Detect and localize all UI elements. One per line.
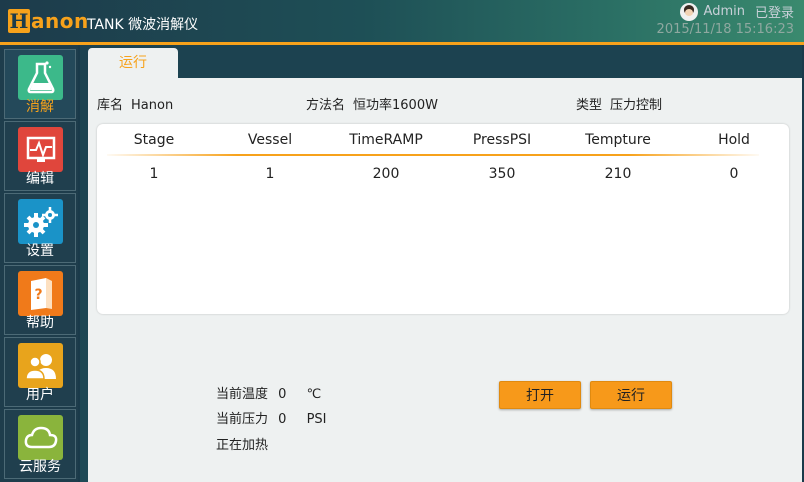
tab-run[interactable]: 运行 bbox=[88, 48, 178, 79]
library-label: 库名 bbox=[97, 98, 124, 113]
cell-hold: 0 bbox=[729, 166, 739, 182]
current-pressure: 当前压力 0 PSI bbox=[216, 408, 327, 427]
sidebar-item-label: 消解 bbox=[26, 99, 54, 115]
cloud-icon bbox=[18, 415, 63, 460]
svg-text:?: ? bbox=[34, 287, 42, 303]
sidebar-item-label: 用户 bbox=[26, 387, 54, 403]
sidebar-item-label: 云服务 bbox=[19, 459, 61, 475]
table-header: Stage Vessel TimeRAMP PressPSI Tempture … bbox=[97, 132, 789, 154]
sidebar-item-users[interactable]: 用户 bbox=[4, 337, 76, 407]
type-value: 压力控制 bbox=[610, 98, 663, 113]
app-title: TANK 微波消解仪 bbox=[87, 17, 199, 33]
state-text: 正在加热 bbox=[216, 438, 269, 453]
press-label: 当前压力 bbox=[216, 412, 269, 427]
sidebar-item-cloud[interactable]: 云服务 bbox=[4, 409, 76, 479]
sidebar-item-label: 设置 bbox=[26, 243, 54, 259]
column-header-presspsi: PressPSI bbox=[472, 132, 532, 148]
user-avatar-icon[interactable] bbox=[679, 2, 698, 21]
library-value: Hanon bbox=[131, 98, 174, 113]
column-header-timeramp: TimeRAMP bbox=[349, 132, 423, 148]
cell-presspsi: 350 bbox=[488, 166, 516, 182]
open-button[interactable]: 打开 bbox=[499, 381, 581, 409]
method-label: 方法名 bbox=[306, 98, 346, 113]
help-book-icon: ? bbox=[18, 271, 63, 316]
press-value: 0 bbox=[278, 412, 287, 427]
press-unit: PSI bbox=[306, 412, 327, 427]
flask-icon bbox=[18, 55, 63, 100]
login-state: 已登录 bbox=[754, 6, 794, 21]
logo-mark: H bbox=[8, 9, 30, 33]
header-divider bbox=[107, 154, 759, 156]
sidebar-item-digest[interactable]: 消解 bbox=[4, 49, 76, 119]
content-panel: 库名 Hanon 方法名 恒功率1600W 类型 压力控制 Stage Vessel … bbox=[88, 78, 802, 482]
column-header-hold: Hold bbox=[718, 132, 750, 148]
user-name[interactable]: Admin bbox=[704, 4, 745, 19]
sidebar-item-edit[interactable]: 编辑 bbox=[4, 121, 76, 191]
type-label: 类型 bbox=[576, 98, 603, 113]
users-icon bbox=[18, 343, 63, 388]
brand-logo: H anon bbox=[8, 9, 89, 33]
library-info: 库名 Hanon bbox=[97, 94, 173, 113]
sidebar-item-label: 帮助 bbox=[26, 315, 54, 331]
column-header-tempture: Tempture bbox=[585, 132, 651, 148]
cell-timeramp: 200 bbox=[372, 166, 400, 182]
type-info: 类型 压力控制 bbox=[576, 94, 662, 113]
method-value: 恒功率1600W bbox=[353, 98, 438, 113]
cell-vessel: 1 bbox=[265, 166, 275, 182]
logo-text: anon bbox=[31, 9, 89, 33]
sidebar-item-label: 编辑 bbox=[26, 171, 54, 187]
current-temperature: 当前温度 0 ℃ bbox=[216, 383, 321, 402]
top-bar: H anon TANK 微波消解仪 Admin 已登录 2015/11/18 1… bbox=[0, 0, 804, 42]
run-button[interactable]: 运行 bbox=[590, 381, 672, 409]
temp-unit: ℃ bbox=[306, 387, 322, 402]
sidebar: 消解 编辑 设置 ? 帮助 用户 云服务 bbox=[0, 45, 78, 482]
cell-stage: 1 bbox=[149, 166, 159, 182]
sidebar-item-settings[interactable]: 设置 bbox=[4, 193, 76, 263]
datetime: 2015/11/18 15:16:23 bbox=[656, 22, 794, 37]
column-header-vessel: Vessel bbox=[247, 132, 293, 148]
user-area[interactable]: Admin 已登录 bbox=[679, 2, 794, 21]
temp-label: 当前温度 bbox=[216, 387, 269, 402]
method-info: 方法名 恒功率1600W bbox=[306, 94, 438, 113]
temp-value: 0 bbox=[278, 387, 287, 402]
chart-monitor-icon bbox=[18, 127, 63, 172]
cell-tempture: 210 bbox=[604, 166, 632, 182]
program-table: Stage Vessel TimeRAMP PressPSI Tempture … bbox=[97, 124, 789, 314]
gears-icon bbox=[18, 199, 63, 244]
main-area: 运行 库名 Hanon 方法名 恒功率1600W 类型 压力控制 Stage Vess… bbox=[80, 45, 802, 482]
column-header-stage: Stage bbox=[133, 132, 175, 148]
sidebar-item-help[interactable]: ? 帮助 bbox=[4, 265, 76, 335]
table-row[interactable]: 1 1 200 350 210 0 bbox=[97, 166, 789, 188]
